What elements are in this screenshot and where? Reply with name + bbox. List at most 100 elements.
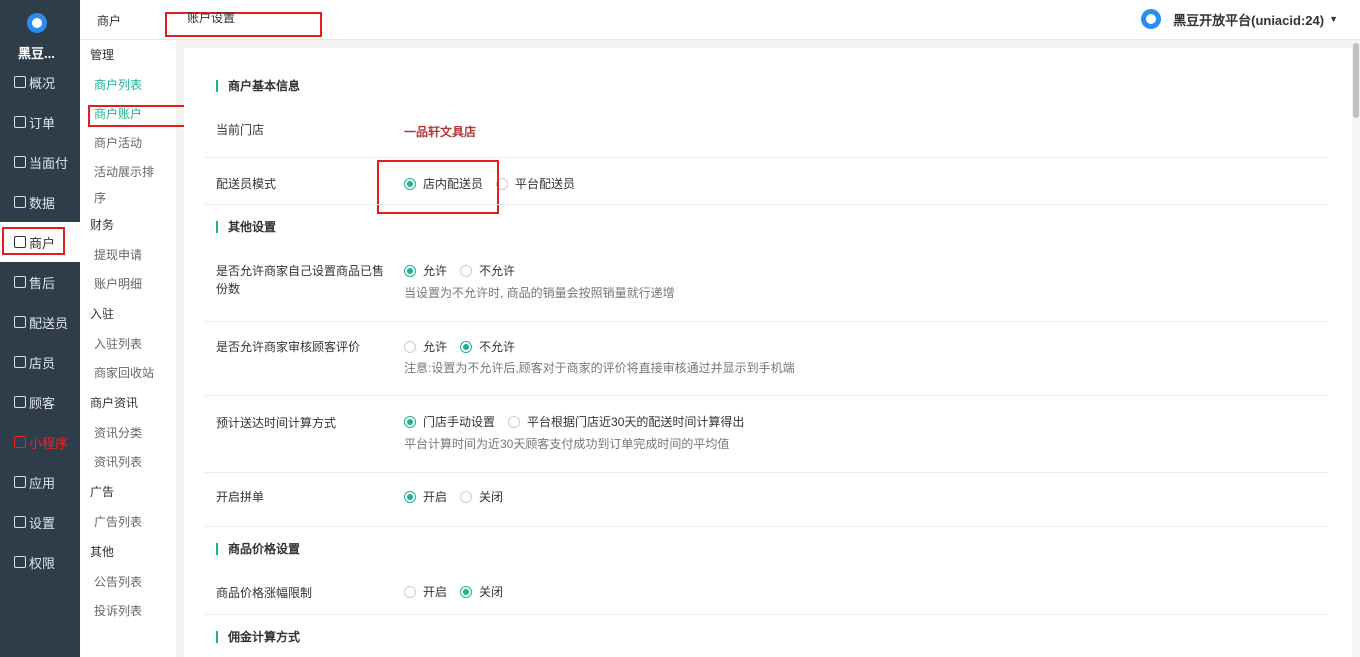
divider [204,157,1328,158]
breadcrumb-current: 账户设置 [187,11,236,25]
scrollbar-thumb[interactable] [1353,43,1359,118]
nav-item-overview[interactable]: 概况 [0,62,80,102]
group-buy-option-off[interactable]: 关闭 [460,488,503,505]
after-sales-icon [14,276,26,288]
option-label: 平台根据门店近30天的配送时间计算得出 [527,415,745,429]
radio-icon [496,177,509,190]
delivery-mode-option-platform[interactable]: 平台配送员 [496,175,575,192]
option-label: 门店手动设置 [423,415,496,429]
nav-item-face-pay[interactable]: 当面付 [0,142,80,182]
price-limit-group: 开启 关闭 [404,583,516,600]
delivery-mode-option-store[interactable]: 店内配送员 [404,175,483,192]
current-store-label: 当前门店 [216,123,265,137]
current-store-value: 一品轩文具店 [404,125,477,139]
nav-label: 顾客 [29,395,56,411]
price-limit-option-on[interactable]: 开启 [404,583,447,600]
option-label: 关闭 [479,490,504,504]
radio-icon [508,415,521,428]
allow-review-help: 注意:设置为不允许后,顾客对于商家的评价将直接审核通过并显示到手机端 [404,361,795,375]
submenu-item-withdraw[interactable]: 提现申请 [80,241,176,270]
submenu-item-activity-sort[interactable]: 活动展示排 [80,158,176,187]
submenu-item-join-list[interactable]: 入驻列表 [80,330,176,359]
merchant-icon [14,236,26,248]
nav-item-apps[interactable]: 应用 [0,462,80,502]
submenu-group-title: 其他 [90,545,115,559]
submenu-item-recycle[interactable]: 商家回收站 [80,359,176,388]
eta-option-manual[interactable]: 门店手动设置 [404,413,495,430]
nav-label: 应用 [29,475,56,491]
nav-item-orders[interactable]: 订单 [0,102,80,142]
price-limit-option-off[interactable]: 关闭 [460,583,503,600]
submenu-item-complaint-list[interactable]: 投诉列表 [80,597,176,626]
divider [204,204,1328,205]
option-label: 开启 [423,490,448,504]
nav-label: 售后 [29,275,56,291]
eta-help: 平台计算时间为近30天顾客支付成功到订单完成时间的平均值 [404,437,730,451]
page-scrollbar[interactable] [1352,40,1360,657]
section-other-settings: 其他设置 [216,221,276,233]
nav-item-customers[interactable]: 顾客 [0,382,80,422]
breadcrumb-current-highlight: 账户设置 [165,11,322,37]
submenu-item-notice-list[interactable]: 公告列表 [80,568,176,597]
nav-item-couriers[interactable]: 配送员 [0,302,80,342]
group-buy-option-on[interactable]: 开启 [404,488,447,505]
nav-item-settings[interactable]: 设置 [0,502,80,542]
customer-icon [14,396,26,408]
group-buy-group: 开启 关闭 [404,488,516,505]
radio-icon [460,340,473,353]
radio-icon [460,264,473,277]
submenu-group-title: 商户资讯 [90,396,139,410]
overview-icon [14,76,26,88]
clerk-icon [14,356,26,368]
nav-item-merchant[interactable]: 商户 [0,222,80,262]
nav-item-data[interactable]: 数据 [0,182,80,222]
allow-review-option-allow[interactable]: 允许 [404,338,447,355]
face-pay-icon [14,156,26,168]
submenu-item-news-list[interactable]: 资讯列表 [80,448,176,477]
divider [204,614,1328,615]
platform-name: 黑豆开放平台(uniacid:24) [1173,12,1325,28]
nav-label: 概况 [29,75,56,91]
breadcrumb-main[interactable]: 商户 [97,12,121,29]
data-icon [14,196,26,208]
submenu-group-title: 财务 [90,218,115,232]
brand-name: 黑豆... [18,46,55,61]
divider [204,321,1328,322]
nav-label: 店员 [29,355,56,371]
orders-icon [14,116,26,128]
option-label: 店内配送员 [423,177,484,191]
submenu-item-merchant-account[interactable]: 商户账户 [80,100,176,129]
mini-program-icon [14,436,26,448]
allow-sales-option-deny[interactable]: 不允许 [460,262,515,279]
group-buy-label: 开启拼单 [216,490,265,504]
submenu-item-ad-list[interactable]: 广告列表 [80,508,176,537]
nav-label: 数据 [29,195,56,211]
submenu-item-activity-sort-cont[interactable]: 序 [80,187,176,210]
nav-label: 权限 [29,555,56,571]
allow-review-option-deny[interactable]: 不允许 [460,338,515,355]
submenu-group-title: 入驻 [90,307,115,321]
eta-option-platform[interactable]: 平台根据门店近30天的配送时间计算得出 [508,413,744,430]
radio-icon [404,340,416,353]
radio-icon [460,490,473,503]
allow-review-label: 是否允许商家审核顾客评价 [216,340,361,354]
nav-item-clerks[interactable]: 店员 [0,342,80,382]
nav-item-after-sales[interactable]: 售后 [0,262,80,302]
allow-sales-option-allow[interactable]: 允许 [404,262,447,279]
submenu-item-account-detail[interactable]: 账户明细 [80,270,176,299]
nav-label: 设置 [29,515,56,531]
platform-logo-icon [1141,9,1162,29]
section-price-settings: 商品价格设置 [216,543,300,555]
option-label: 关闭 [479,585,504,599]
caret-down-icon: ▼ [1329,14,1338,24]
nav-label: 小程序 [29,435,69,451]
radio-icon [404,415,416,428]
delivery-mode-group: 店内配送员 平台配送员 [404,175,588,192]
submenu-item-merchant-activity[interactable]: 商户活动 [80,129,176,158]
nav-item-mini-program[interactable]: 小程序 [0,422,80,462]
lock-icon [14,556,26,568]
submenu-item-merchant-list[interactable]: 商户列表 [80,71,176,100]
nav-item-permissions[interactable]: 权限 [0,542,80,582]
platform-switcher[interactable]: 黑豆开放平台(uniacid:24) ▼ [1141,9,1338,29]
submenu-item-news-category[interactable]: 资讯分类 [80,419,176,448]
